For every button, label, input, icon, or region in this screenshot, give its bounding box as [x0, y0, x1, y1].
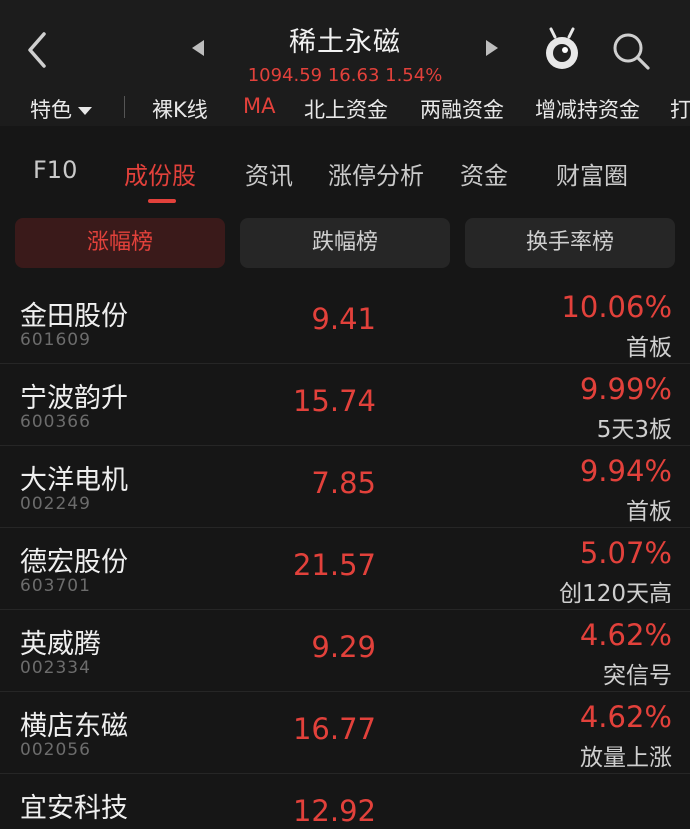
stock-change-percent: 4.62%	[579, 618, 672, 652]
stock-row[interactable]: 大洋电机 002249 7.85 9.94% 首板	[0, 446, 690, 528]
segment-losers[interactable]: 跌幅榜	[240, 218, 450, 268]
subnav-margin-funds[interactable]: 两融资金	[420, 94, 504, 124]
stock-code: 603701	[20, 576, 91, 596]
divider	[124, 96, 125, 118]
next-sector-icon[interactable]	[486, 40, 498, 56]
tab-wealth-circle[interactable]: 财富圈	[556, 156, 628, 191]
stock-name: 横店东磁	[20, 711, 128, 742]
stock-name: 宁波韵升	[20, 383, 128, 414]
subnav-holding-change-funds[interactable]: 增减持资金	[535, 94, 640, 124]
segment-gainers[interactable]: 涨幅榜	[15, 218, 225, 268]
stock-tag: 放量上涨	[580, 745, 672, 771]
stock-code: 600366	[20, 412, 91, 432]
stock-tag: 5天3板	[596, 417, 672, 443]
search-icon[interactable]	[610, 30, 652, 72]
stock-row[interactable]: 德宏股份 603701 21.57 5.07% 创120天高	[0, 528, 690, 610]
tab-f10[interactable]: F10	[33, 156, 77, 184]
stock-price: 7.85	[311, 466, 376, 500]
stock-name: 德宏股份	[20, 547, 128, 578]
stock-price: 12.92	[292, 794, 376, 828]
tab-bar: F10 成份股 资讯 涨停分析 资金 财富圈	[0, 138, 690, 204]
subnav-northbound-funds[interactable]: 北上资金	[304, 94, 388, 124]
stock-price: 16.77	[292, 712, 376, 746]
active-tab-indicator	[148, 199, 176, 203]
stock-price: 21.57	[292, 548, 376, 582]
tab-constituents[interactable]: 成份股	[124, 156, 196, 191]
stock-tag: 首板	[626, 499, 672, 525]
stock-change-percent: 5.07%	[579, 536, 672, 570]
subnav-special[interactable]: 特色	[30, 94, 92, 124]
stock-tag: 首板	[626, 335, 672, 361]
stock-code: 002249	[20, 494, 91, 514]
app-header: 稀土永磁 1094.59 16.63 1.54%	[0, 0, 690, 92]
stock-name: 大洋电机	[20, 465, 128, 496]
stock-row[interactable]: 宜安科技 12.92	[0, 774, 690, 829]
sub-navigation: 特色 裸K线 MA 北上资金 两融资金 增减持资金 打	[0, 92, 690, 126]
stock-row[interactable]: 英威腾 002334 9.29 4.62% 突信号	[0, 610, 690, 692]
tab-funds[interactable]: 资金	[460, 156, 508, 191]
stock-name: 金田股份	[20, 301, 128, 332]
caret-down-icon	[78, 107, 92, 115]
stock-price: 15.74	[292, 384, 376, 418]
stock-change-percent: 9.99%	[579, 372, 672, 406]
tab-news[interactable]: 资讯	[245, 156, 293, 191]
index-quote: 1094.59 16.63 1.54%	[247, 65, 443, 86]
segment-turnover[interactable]: 换手率榜	[465, 218, 675, 268]
page-title: 稀土永磁	[289, 27, 401, 58]
stock-price: 9.29	[311, 630, 376, 664]
stock-row[interactable]: 横店东磁 002056 16.77 4.62% 放量上涨	[0, 692, 690, 774]
stock-code: 002056	[20, 740, 91, 760]
subnav-bare-kline[interactable]: 裸K线	[152, 94, 208, 124]
stock-change-percent: 10.06%	[561, 290, 672, 324]
stock-row[interactable]: 金田股份 601609 9.41 10.06% 首板	[0, 282, 690, 364]
stock-change-percent: 4.62%	[579, 700, 672, 734]
stock-code: 601609	[20, 330, 91, 350]
stock-name: 英威腾	[20, 629, 101, 660]
stock-name: 宜安科技	[20, 793, 128, 824]
stock-row[interactable]: 宁波韵升 600366 15.74 9.99% 5天3板	[0, 364, 690, 446]
subnav-ma[interactable]: MA	[243, 94, 275, 118]
stock-change-percent: 9.94%	[579, 454, 672, 488]
stock-tag: 突信号	[603, 663, 672, 689]
tab-limit-up-analysis[interactable]: 涨停分析	[328, 156, 424, 191]
stock-tag: 创120天高	[559, 581, 672, 607]
subnav-more[interactable]: 打	[670, 94, 690, 124]
stock-code: 002334	[20, 658, 91, 678]
stock-price: 9.41	[311, 302, 376, 336]
mascot-icon[interactable]	[542, 27, 582, 71]
